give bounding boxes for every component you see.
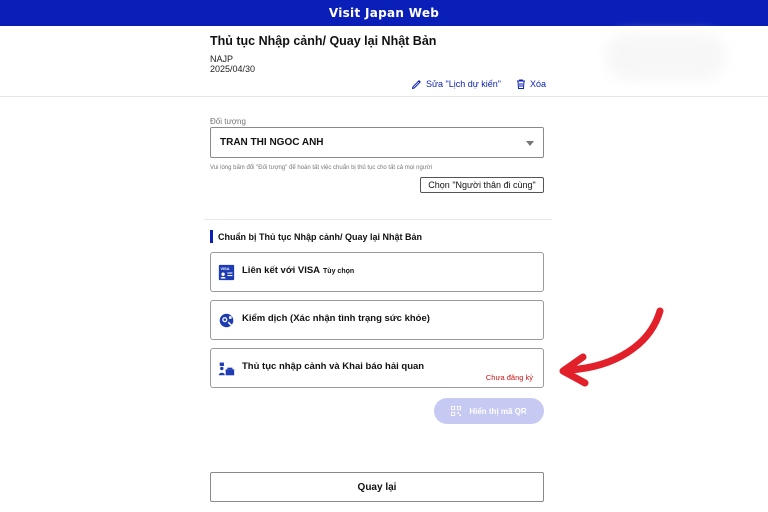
optional-badge: Tùy chọn (323, 268, 355, 275)
annotation-arrow-icon (559, 307, 664, 387)
trip-code: NAJP (210, 54, 234, 64)
quarantine-card[interactable]: Kiểm dịch (Xác nhận tình trạng sức khỏe) (210, 300, 544, 340)
quarantine-icon (219, 313, 234, 328)
section-divider (204, 219, 552, 220)
chevron-down-icon (526, 141, 534, 146)
svg-text:VISA: VISA (221, 267, 230, 271)
subject-selected-value: TRAN THI NGOC ANH (220, 137, 324, 148)
subject-label: Đối tượng (210, 117, 246, 126)
back-button[interactable]: Quay lại (210, 472, 544, 502)
show-qr-label: Hiển thị mã QR (469, 406, 527, 416)
visa-icon: VISA (218, 264, 235, 281)
delete-label: Xóa (529, 79, 546, 89)
trip-date: 2025/04/30 (210, 64, 256, 74)
section-title: Chuẩn bị Thủ tục Nhập cảnh/ Quay lại Nhậ… (210, 230, 422, 243)
quarantine-label: Kiểm dịch (Xác nhận tình trạng sức khỏe) (242, 313, 430, 324)
visa-link-label: Liên kết với VISA Tùy chọn (242, 265, 355, 276)
immigration-officer-icon (218, 362, 235, 376)
choose-companion-button[interactable]: Chọn "Người thân đi cùng" (420, 177, 544, 193)
subject-select[interactable]: TRAN THI NGOC ANH (210, 127, 544, 158)
not-registered-status: Chưa đăng ký (485, 373, 533, 382)
subject-hint: Vui lòng bấm đổi "Đối tượng" để hoàn tất… (210, 165, 433, 171)
header-actions: Sửa "Lịch dự kiến" Xóa (411, 77, 546, 91)
show-qr-button[interactable]: Hiển thị mã QR (434, 398, 544, 424)
app-header-bar: Visit Japan Web (0, 0, 768, 26)
app-title: Visit Japan Web (328, 6, 440, 20)
edit-schedule-button[interactable]: Sửa "Lịch dự kiến" (411, 78, 501, 90)
pencil-icon (412, 80, 421, 89)
qr-code-icon (451, 406, 462, 416)
delete-button[interactable]: Xóa (515, 78, 546, 90)
trash-icon (516, 79, 525, 89)
blurred-area (606, 34, 726, 80)
immigration-customs-card[interactable]: Thủ tục nhập cảnh và Khai báo hải quan C… (210, 348, 544, 388)
immigration-customs-label: Thủ tục nhập cảnh và Khai báo hải quan (242, 361, 425, 372)
page-title: Thủ tục Nhập cảnh/ Quay lại Nhật Bản (210, 34, 437, 48)
edit-schedule-label: Sửa "Lịch dự kiến" (426, 79, 501, 89)
visa-link-card[interactable]: VISA Liên kết với VISA Tùy chọn (210, 252, 544, 292)
